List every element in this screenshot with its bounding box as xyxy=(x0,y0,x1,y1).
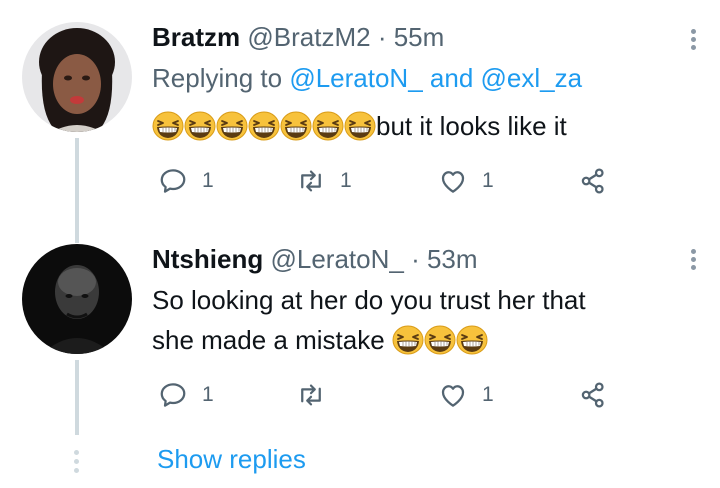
avatar[interactable] xyxy=(22,244,132,354)
user-handle[interactable]: @BratzM2 xyxy=(247,22,370,52)
like-count: 1 xyxy=(482,169,494,192)
share-button[interactable] xyxy=(578,380,608,410)
avatar[interactable] xyxy=(22,22,132,132)
tweet-actions: 1 1 1 xyxy=(158,166,628,200)
separator-dot: · xyxy=(411,244,420,274)
mention-link[interactable]: @exl_za xyxy=(481,63,583,93)
grinning-squinting-emoji xyxy=(392,325,424,355)
mention-link[interactable]: @LeratoN_ xyxy=(289,63,422,93)
tweet-text: So looking at her do you trust her that … xyxy=(152,280,586,360)
grinning-squinting-emoji xyxy=(424,325,456,355)
retweet-count: 1 xyxy=(340,169,352,192)
thread-line xyxy=(75,138,79,243)
reply-button[interactable]: 1 xyxy=(158,166,214,196)
grinning-squinting-emoji xyxy=(456,325,488,355)
tweet-header: Bratzm @BratzM2 · 55m xyxy=(152,22,444,53)
grinning-squinting-emoji xyxy=(216,111,248,141)
grinning-squinting-emoji xyxy=(248,111,280,141)
grinning-squinting-emoji xyxy=(344,111,376,141)
tweet-text: but it looks like it xyxy=(152,106,567,146)
tweet-actions: 1 1 xyxy=(158,380,628,414)
like-count: 1 xyxy=(482,383,494,406)
like-button[interactable]: 1 xyxy=(438,166,494,196)
show-replies-link[interactable]: Show replies xyxy=(157,444,306,475)
display-name[interactable]: Ntshieng xyxy=(152,244,263,274)
like-button[interactable]: 1 xyxy=(438,380,494,410)
reply-count: 1 xyxy=(202,169,214,192)
share-icon xyxy=(581,168,604,194)
reply-button[interactable]: 1 xyxy=(158,380,214,410)
more-icon[interactable] xyxy=(691,26,696,53)
share-icon xyxy=(581,382,604,408)
separator-dot: · xyxy=(377,22,387,52)
grinning-squinting-emoji xyxy=(184,111,216,141)
retweet-icon xyxy=(301,384,321,406)
retweet-button[interactable] xyxy=(296,380,340,410)
replying-prefix: Replying to xyxy=(152,63,283,93)
tweet-text-line: So looking at her do you trust her that xyxy=(152,285,586,315)
emoji-group xyxy=(152,111,376,141)
grinning-squinting-emoji xyxy=(312,111,344,141)
tweet-text-content: but it looks like it xyxy=(376,111,567,141)
more-icon[interactable] xyxy=(691,246,696,273)
thread-line xyxy=(75,360,79,435)
grinning-squinting-emoji xyxy=(280,111,312,141)
timestamp[interactable]: 55m xyxy=(394,22,445,52)
like-icon xyxy=(441,171,465,193)
replying-to: Replying to @LeratoN_ and @exl_za xyxy=(152,63,582,94)
retweet-icon xyxy=(301,170,321,192)
avatar-bratzm-image xyxy=(22,22,132,132)
tweet-text-content: she made a mistake xyxy=(152,325,385,355)
tweet-text-line-2: she made a mistake xyxy=(152,320,586,360)
reply-count: 1 xyxy=(202,383,214,406)
and-text: and xyxy=(429,63,474,93)
share-button[interactable] xyxy=(578,166,608,196)
avatar-ntshieng-image xyxy=(22,244,132,354)
reply-icon xyxy=(160,383,186,407)
retweet-button[interactable]: 1 xyxy=(296,166,352,196)
like-icon xyxy=(441,385,465,407)
grinning-squinting-emoji xyxy=(152,111,184,141)
thread-continuation-dots xyxy=(74,446,79,477)
display-name[interactable]: Bratzm xyxy=(152,22,240,52)
timestamp[interactable]: 53m xyxy=(427,244,478,274)
emoji-group xyxy=(392,325,488,355)
reply-icon xyxy=(160,169,186,193)
user-handle[interactable]: @LeratoN_ xyxy=(270,244,403,274)
tweet-header: Ntshieng @LeratoN_ · 53m xyxy=(152,244,478,275)
